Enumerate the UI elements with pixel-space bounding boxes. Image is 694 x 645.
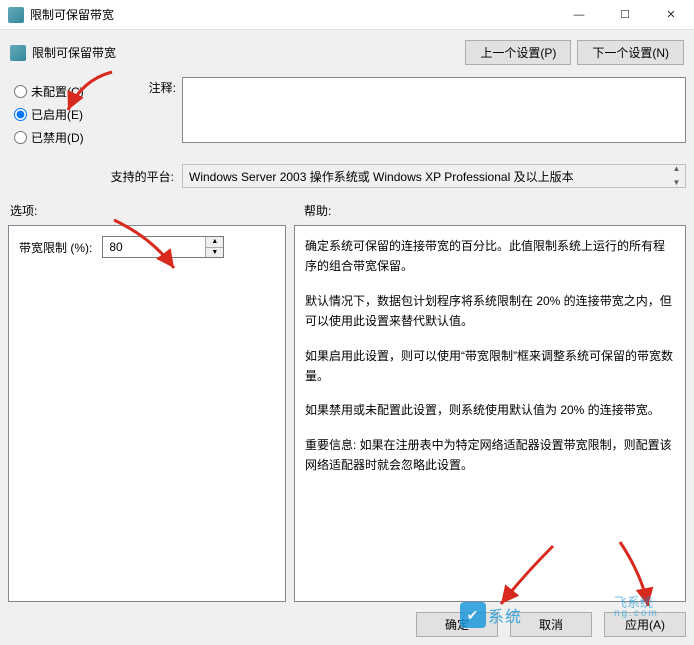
radio-enabled-label: 已启用(E): [31, 106, 83, 123]
spinner-down-icon[interactable]: ▼: [206, 248, 223, 258]
watermark: 飞系统 ng.com: [614, 596, 659, 619]
comment-label: 注释:: [120, 77, 182, 96]
policy-icon: [10, 45, 26, 61]
minimize-button[interactable]: —: [556, 0, 602, 30]
radio-enabled-input[interactable]: [14, 108, 27, 121]
window-title: 限制可保留带宽: [30, 6, 556, 23]
dialog-body: 限制可保留带宽 上一个设置(P) 下一个设置(N) 未配置(C) 已启用(E) …: [0, 30, 694, 645]
spinner-up-icon[interactable]: ▲: [206, 237, 223, 248]
platform-row: 支持的平台: Windows Server 2003 操作系统或 Windows…: [8, 160, 686, 200]
comment-textarea[interactable]: [182, 77, 686, 143]
platform-value: Windows Server 2003 操作系统或 Windows XP Pro…: [189, 170, 574, 184]
bandwidth-limit-label: 带宽限制 (%):: [19, 239, 92, 256]
radio-disabled[interactable]: 已禁用(D): [14, 129, 120, 146]
radio-enabled[interactable]: 已启用(E): [14, 106, 120, 123]
bandwidth-input[interactable]: [103, 237, 205, 257]
radio-disabled-label: 已禁用(D): [31, 129, 84, 146]
state-radios: 未配置(C) 已启用(E) 已禁用(D): [8, 77, 120, 152]
radio-not-configured-input[interactable]: [14, 85, 27, 98]
maximize-button[interactable]: ☐: [602, 0, 648, 30]
cancel-button[interactable]: 取消: [510, 612, 592, 637]
panels: 带宽限制 (%): ▲ ▼ 确定系统可保留的连接带宽的百分比。此值限制系统上运行…: [8, 225, 686, 602]
app-icon: [8, 7, 24, 23]
help-paragraph: 默认情况下，数据包计划程序将系统限制在 20% 的连接带宽之内，但可以使用此设置…: [305, 291, 675, 332]
options-label: 选项:: [8, 202, 298, 219]
help-panel: 确定系统可保留的连接带宽的百分比。此值限制系统上运行的所有程序的组合带宽保留。 …: [294, 225, 686, 602]
help-paragraph: 重要信息: 如果在注册表中为特定网络适配器设置带宽限制，则配置该网络适配器时就会…: [305, 435, 675, 476]
policy-title: 限制可保留带宽: [32, 44, 459, 61]
close-button[interactable]: ✕: [648, 0, 694, 30]
watermark-text: 系统: [488, 603, 522, 627]
previous-setting-button[interactable]: 上一个设置(P): [465, 40, 571, 65]
watermark-text: ng.com: [614, 609, 659, 619]
bandwidth-spinner[interactable]: ▲ ▼: [102, 236, 224, 258]
options-panel: 带宽限制 (%): ▲ ▼: [8, 225, 286, 602]
watermark: ✔ 系统: [460, 602, 522, 628]
radio-disabled-input[interactable]: [14, 131, 27, 144]
platform-label: 支持的平台:: [8, 168, 182, 185]
help-paragraph: 如果启用此设置，则可以使用“带宽限制”框来调整系统可保留的带宽数量。: [305, 346, 675, 387]
header-row: 限制可保留带宽 上一个设置(P) 下一个设置(N): [8, 34, 686, 75]
radio-not-configured-label: 未配置(C): [31, 83, 84, 100]
help-label: 帮助:: [298, 202, 331, 219]
section-labels: 选项: 帮助:: [8, 200, 686, 225]
next-setting-button[interactable]: 下一个设置(N): [577, 40, 684, 65]
scroll-up-icon[interactable]: ▲: [673, 165, 681, 173]
radio-not-configured[interactable]: 未配置(C): [14, 83, 120, 100]
window-controls: — ☐ ✕: [556, 0, 694, 30]
platform-scrollbar[interactable]: ▲ ▼: [668, 165, 685, 187]
scroll-down-icon[interactable]: ▼: [673, 179, 681, 187]
bandwidth-option-row: 带宽限制 (%): ▲ ▼: [19, 236, 275, 258]
titlebar: 限制可保留带宽 — ☐ ✕: [0, 0, 694, 30]
platform-box: Windows Server 2003 操作系统或 Windows XP Pro…: [182, 164, 686, 188]
help-paragraph: 确定系统可保留的连接带宽的百分比。此值限制系统上运行的所有程序的组合带宽保留。: [305, 236, 675, 277]
help-paragraph: 如果禁用或未配置此设置，则系统使用默认值为 20% 的连接带宽。: [305, 400, 675, 420]
config-row: 未配置(C) 已启用(E) 已禁用(D) 注释:: [8, 75, 686, 160]
footer-buttons: 确定 取消 应用(A): [8, 602, 686, 637]
watermark-icon: ✔: [460, 602, 486, 628]
